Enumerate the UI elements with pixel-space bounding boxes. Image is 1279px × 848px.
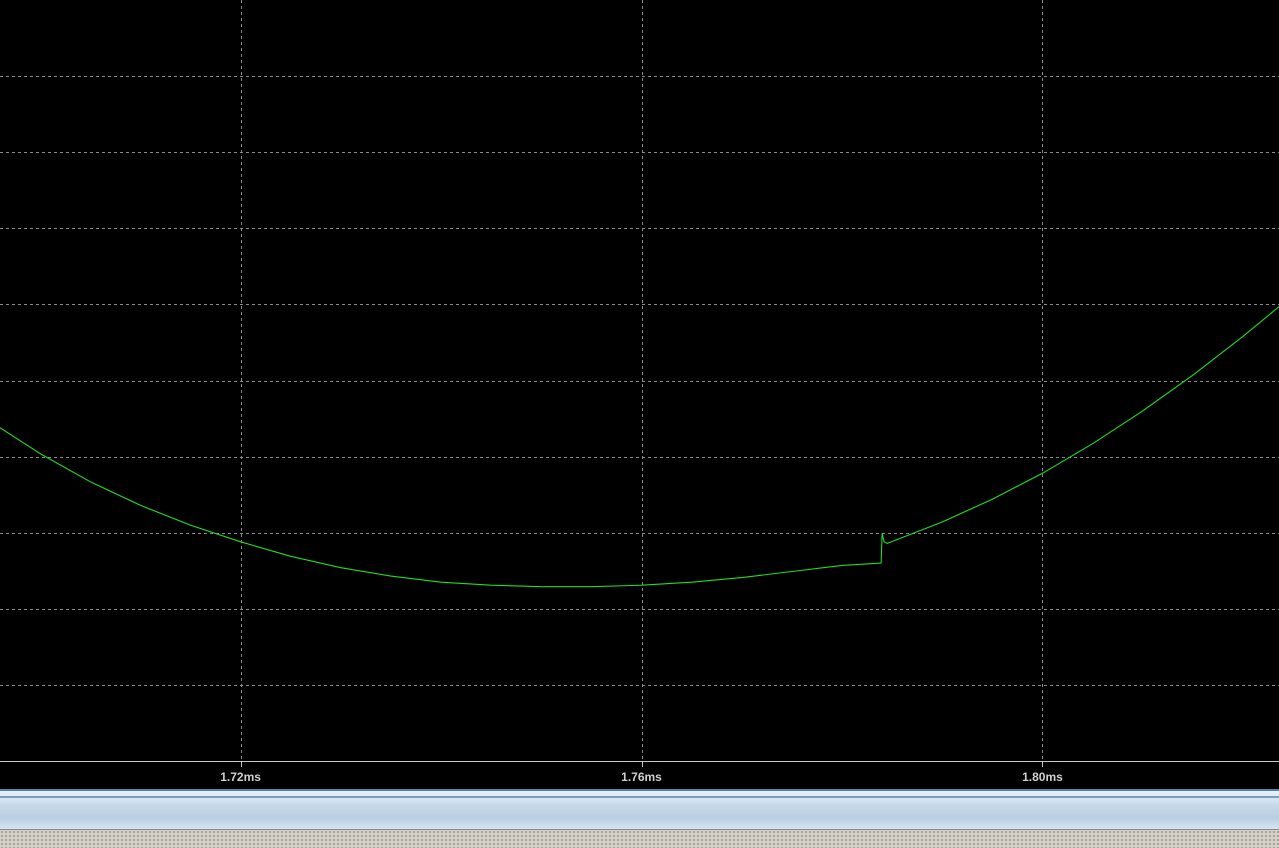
plot-area[interactable] — [0, 0, 1279, 761]
horizontal-scrollbar[interactable] — [0, 789, 1279, 829]
grid-layer — [0, 0, 1279, 761]
x-axis: 1.72ms 1.76ms 1.80ms — [0, 761, 1279, 789]
waveform-plot[interactable] — [0, 0, 1279, 761]
x-tick-mark — [642, 762, 643, 767]
x-tick-label: 1.76ms — [621, 770, 662, 784]
x-tick-mark — [241, 762, 242, 767]
x-tick-label: 1.72ms — [220, 770, 261, 784]
series-layer — [0, 306, 1279, 588]
x-tick-mark — [1042, 762, 1043, 767]
series-line-1 — [0, 306, 1279, 588]
scrollbar-track[interactable] — [0, 796, 1279, 798]
status-bar — [0, 829, 1279, 848]
x-tick-label: 1.80ms — [1022, 770, 1063, 784]
